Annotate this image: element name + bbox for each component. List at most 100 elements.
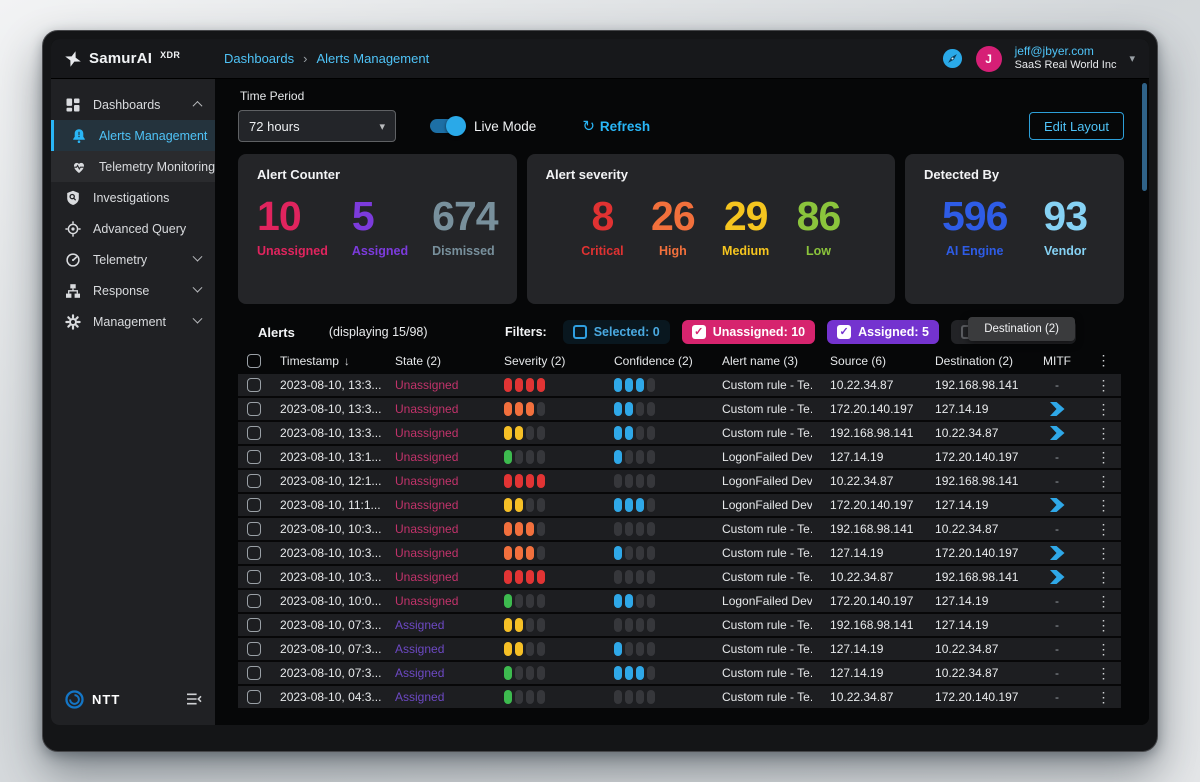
row-checkbox[interactable] (247, 618, 261, 632)
table-row[interactable]: 2023-08-10, 13:3... Unassigned Custom ru… (238, 398, 1121, 422)
sidebar-item-management[interactable]: Management (51, 306, 215, 337)
table-row[interactable]: 2023-08-10, 11:1... Unassigned LogonFail… (238, 494, 1121, 518)
column-mitre[interactable]: MITF (1028, 354, 1086, 368)
cell-state: Assigned (392, 618, 486, 632)
filter-chip-unassigned[interactable]: ✓Unassigned: 10 (682, 320, 815, 344)
row-kebab-icon[interactable]: ⋮ (1097, 378, 1111, 393)
row-kebab-icon[interactable]: ⋮ (1097, 426, 1111, 441)
filters-label: Filters: (505, 325, 547, 339)
table-row[interactable]: 2023-08-10, 07:3... Assigned Custom rule… (238, 614, 1121, 638)
sidebar-item-label: Dashboards (93, 98, 160, 112)
row-checkbox[interactable] (247, 666, 261, 680)
table-row[interactable]: 2023-08-10, 10:0... Unassigned LogonFail… (238, 590, 1121, 614)
row-checkbox[interactable] (247, 546, 261, 560)
metric-label: Unassigned (257, 244, 328, 258)
row-checkbox[interactable] (247, 474, 261, 488)
column-destination[interactable]: Destination (2) (916, 354, 1028, 368)
breadcrumb-alerts-management[interactable]: Alerts Management (316, 51, 429, 66)
scrollbar-thumb[interactable] (1142, 83, 1147, 191)
row-checkbox[interactable] (247, 450, 261, 464)
row-checkbox[interactable] (247, 402, 261, 416)
time-period-select[interactable]: 72 hours ▾ (238, 110, 396, 142)
column-source[interactable]: Source (6) (812, 354, 916, 368)
row-checkbox[interactable] (247, 498, 261, 512)
row-kebab-icon[interactable]: ⋮ (1097, 450, 1111, 465)
row-checkbox[interactable] (247, 642, 261, 656)
row-checkbox[interactable] (247, 570, 261, 584)
cell-severity (486, 642, 592, 656)
sidebar-item-label: Response (93, 284, 149, 298)
chevron-up-icon (193, 101, 203, 111)
row-kebab-icon[interactable]: ⋮ (1097, 498, 1111, 513)
row-kebab-icon[interactable]: ⋮ (1097, 402, 1111, 417)
sidebar-item-telemetry[interactable]: Telemetry (51, 244, 215, 275)
filter-chip-assigned[interactable]: ✓Assigned: 5 (827, 320, 939, 344)
column-severity[interactable]: Severity (2) (486, 354, 592, 368)
cell-alert-name: Custom rule - Te... (704, 546, 812, 560)
breadcrumb-dashboards[interactable]: Dashboards (224, 51, 294, 66)
metric-value: 5 (352, 195, 408, 238)
row-checkbox[interactable] (247, 426, 261, 440)
row-checkbox[interactable] (247, 378, 261, 392)
cell-severity (486, 690, 592, 704)
table-row[interactable]: 2023-08-10, 10:3... Unassigned Custom ru… (238, 566, 1121, 590)
column-state[interactable]: State (2) (392, 354, 486, 368)
row-kebab-icon[interactable]: ⋮ (1097, 618, 1111, 633)
row-kebab-icon[interactable]: ⋮ (1097, 522, 1111, 537)
cell-timestamp: 2023-08-10, 07:3... (272, 618, 392, 632)
user-menu-caret-icon[interactable]: ▾ (1129, 52, 1135, 65)
filter-chip-selected[interactable]: Selected: 0 (563, 320, 670, 344)
cell-timestamp: 2023-08-10, 10:3... (272, 570, 392, 584)
table-row[interactable]: 2023-08-10, 13:3... Unassigned Custom ru… (238, 374, 1121, 398)
metric-label: High (659, 244, 687, 258)
row-kebab-icon[interactable]: ⋮ (1097, 546, 1111, 561)
app-logo[interactable]: SamurAIXDR (51, 50, 206, 68)
row-checkbox[interactable] (247, 594, 261, 608)
header-kebab-icon[interactable]: ⋮ (1097, 352, 1111, 368)
column-alert-name[interactable]: Alert name (3) (704, 354, 812, 368)
table-row[interactable]: 2023-08-10, 07:3... Assigned Custom rule… (238, 662, 1121, 686)
mitre-arrow-icon (1050, 402, 1065, 416)
row-checkbox[interactable] (247, 690, 261, 704)
column-timestamp[interactable]: Timestamp↓ (272, 354, 392, 368)
compass-icon[interactable] (942, 48, 963, 69)
edit-layout-button[interactable]: Edit Layout (1029, 112, 1124, 140)
row-kebab-icon[interactable]: ⋮ (1097, 642, 1111, 657)
alerts-table: Timestamp↓ State (2) Severity (2) Confid… (238, 347, 1121, 710)
live-mode-toggle[interactable] (430, 119, 464, 133)
cell-confidence (592, 450, 704, 464)
mitre-arrow-icon (1050, 426, 1065, 440)
select-all-checkbox[interactable] (247, 354, 261, 368)
sidebar-item-advanced-query[interactable]: Advanced Query (51, 213, 215, 244)
table-row[interactable]: 2023-08-10, 13:1... Unassigned LogonFail… (238, 446, 1121, 470)
sidebar-item-telemetry-monitoring[interactable]: Telemetry Monitoring (51, 151, 215, 182)
row-kebab-icon[interactable]: ⋮ (1097, 690, 1111, 705)
sidebar-item-dashboards[interactable]: Dashboards (51, 89, 215, 120)
row-kebab-icon[interactable]: ⋮ (1097, 570, 1111, 585)
table-row[interactable]: 2023-08-10, 10:3... Unassigned Custom ru… (238, 542, 1121, 566)
avatar[interactable]: J (976, 46, 1002, 72)
collapse-sidebar-icon[interactable] (186, 692, 202, 706)
metric-label: AI Engine (946, 244, 1004, 258)
table-row[interactable]: 2023-08-10, 12:1... Unassigned LogonFail… (238, 470, 1121, 494)
mitre-none: - (1055, 690, 1059, 704)
cell-source: 127.14.19 (812, 546, 916, 560)
column-confidence[interactable]: Confidence (2) (592, 354, 704, 368)
cell-source: 192.168.98.141 (812, 618, 916, 632)
sidebar-item-alerts-management[interactable]: Alerts Management (51, 120, 215, 151)
row-kebab-icon[interactable]: ⋮ (1097, 474, 1111, 489)
sidebar-item-investigations[interactable]: Investigations (51, 182, 215, 213)
sidebar-item-response[interactable]: Response (51, 275, 215, 306)
table-row[interactable]: 2023-08-10, 07:3... Assigned Custom rule… (238, 638, 1121, 662)
row-kebab-icon[interactable]: ⋮ (1097, 594, 1111, 609)
row-checkbox[interactable] (247, 522, 261, 536)
heart-pulse-icon (71, 159, 87, 175)
table-row[interactable]: 2023-08-10, 10:3... Unassigned Custom ru… (238, 518, 1121, 542)
table-row[interactable]: 2023-08-10, 04:3... Assigned Custom rule… (238, 686, 1121, 710)
refresh-button[interactable]: ↻ Refresh (582, 117, 650, 135)
user-email: jeff@jbyer.com (1015, 44, 1117, 59)
shield-search-icon (65, 190, 81, 206)
row-kebab-icon[interactable]: ⋮ (1097, 666, 1111, 681)
table-row[interactable]: 2023-08-10, 13:3... Unassigned Custom ru… (238, 422, 1121, 446)
alerts-rows: 2023-08-10, 13:3... Unassigned Custom ru… (238, 374, 1121, 710)
